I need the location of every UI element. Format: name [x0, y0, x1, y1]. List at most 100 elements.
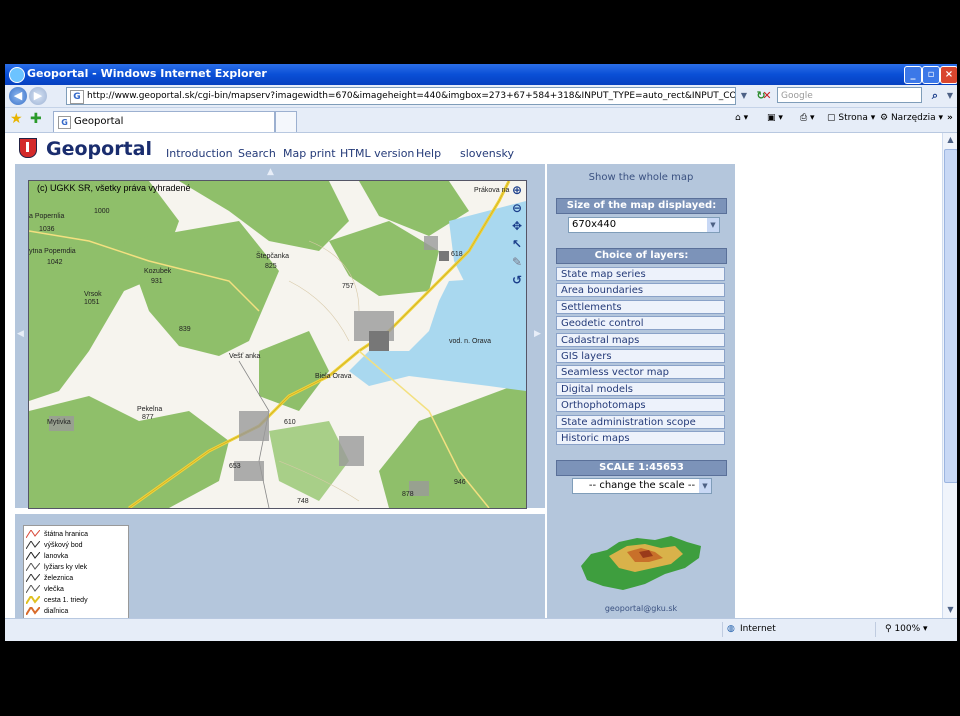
tab-geoportal[interactable]: G Geoportal: [53, 111, 275, 132]
google-favicon-icon: G: [58, 116, 71, 129]
scroll-down-icon[interactable]: ▼: [943, 603, 957, 617]
back-button[interactable]: ◀: [9, 87, 27, 105]
tab-row: ★ ✚ G Geoportal ⌂ ▾ ▣ ▾ ⎙ ▾ ▢ Strona ▾ ⚙ …: [5, 108, 957, 133]
minimize-button[interactable]: _: [904, 66, 922, 84]
measure-icon[interactable]: ✎: [509, 254, 525, 270]
change-scale-select[interactable]: -- change the scale -- ▼: [572, 478, 712, 494]
map-label: Kozubek: [144, 268, 172, 275]
legend-swatch-icon: [25, 573, 41, 583]
legend-label: diaľnica: [44, 607, 69, 615]
layers-heading: Choice of layers:: [556, 248, 727, 264]
feeds-icon[interactable]: ▣ ▾: [767, 113, 783, 123]
page-menu[interactable]: ▢ Strona ▾: [827, 113, 875, 123]
size-heading: Size of the map displayed:: [556, 198, 727, 214]
vertical-scrollbar[interactable]: ▲ ▼: [942, 133, 957, 618]
layer-button[interactable]: State map series: [556, 267, 725, 281]
zoom-level[interactable]: ⚲ 100% ▾: [885, 624, 928, 634]
map-label: 877: [142, 414, 154, 421]
search-icon[interactable]: ⌕: [927, 88, 943, 104]
layer-button[interactable]: Area boundaries: [556, 283, 725, 298]
chevron-down-icon: ▼: [699, 479, 711, 493]
legend-item: výškový bod: [25, 540, 83, 550]
address-bar-row: ◀ ▶ Ghttp://www.geoportal.sk/cgi-bin/map…: [5, 85, 957, 108]
print-icon[interactable]: ⎙ ▾: [800, 113, 815, 123]
nav-search[interactable]: Search: [238, 147, 276, 160]
layer-button[interactable]: Geodetic control: [556, 316, 725, 331]
favorites-star-icon[interactable]: ★: [10, 111, 23, 127]
close-button[interactable]: ×: [940, 66, 957, 84]
forward-button[interactable]: ▶: [29, 87, 47, 105]
layer-button[interactable]: Digital models: [556, 381, 725, 396]
layer-button[interactable]: Orthophotomaps: [556, 398, 725, 413]
legend-label: lyžiars ky vlek: [44, 563, 88, 571]
map-size-select[interactable]: 670x440 ▼: [568, 217, 720, 233]
map-label: Pekelna: [137, 406, 163, 413]
chevron-down-icon: ▼: [707, 218, 719, 232]
add-favorite-icon[interactable]: ✚: [30, 111, 42, 127]
search-dropdown-button[interactable]: ▼: [942, 88, 957, 104]
pan-west-arrow-icon[interactable]: ◀: [17, 329, 24, 339]
info-pointer-icon[interactable]: ↖: [509, 236, 525, 252]
nav-introduction[interactable]: Introduction: [166, 147, 233, 160]
map-label: 946: [454, 479, 466, 486]
map-label: a Popernlia: [29, 213, 65, 220]
nav-map-print[interactable]: Map print: [283, 147, 336, 160]
nav-html-version[interactable]: HTML version: [340, 147, 414, 160]
maximize-button[interactable]: ▫: [922, 66, 940, 84]
contact-email[interactable]: geoportal@gku.sk: [547, 604, 735, 613]
tab-label: Geoportal: [74, 116, 124, 127]
legend-label: vlečka: [44, 585, 64, 593]
map-label: 825: [265, 263, 277, 270]
security-zone: Internet: [740, 624, 776, 634]
reset-view-icon[interactable]: ↺: [509, 272, 525, 288]
pan-north-arrow-icon[interactable]: ▲: [267, 167, 274, 177]
search-input[interactable]: Google: [777, 87, 922, 103]
nav-help[interactable]: Help: [416, 147, 441, 160]
slovakia-overview-map[interactable]: [579, 534, 704, 592]
map-label: 610: [284, 419, 296, 426]
address-dropdown-button[interactable]: ▼: [736, 88, 752, 104]
tools-menu[interactable]: ⚙ Narzędzia ▾: [880, 113, 943, 123]
zoom-out-icon[interactable]: ⊖: [509, 200, 525, 216]
address-field[interactable]: Ghttp://www.geoportal.sk/cgi-bin/mapserv…: [66, 87, 736, 105]
zoom-in-icon[interactable]: ⊕: [509, 182, 525, 198]
page-content: Geoportal Introduction Search Map print …: [5, 133, 942, 618]
map-label: Vrsok: [84, 291, 102, 298]
globe-icon: ◍: [727, 624, 735, 634]
topographic-map[interactable]: (c) UGKK SR, všetky práva vyhradené a Po…: [28, 180, 527, 509]
map-copyright: (c) UGKK SR, všetky práva vyhradené: [37, 183, 191, 193]
map-label: 1051: [84, 299, 100, 306]
control-panel: Show the whole map Size of the map displ…: [547, 164, 735, 618]
slovak-coat-of-arms-icon: [19, 138, 37, 158]
pan-east-arrow-icon[interactable]: ▶: [534, 329, 541, 339]
scroll-thumb[interactable]: [944, 149, 957, 483]
ie-window: Geoportal - Windows Internet Explorer _ …: [5, 64, 957, 641]
new-tab-button[interactable]: [275, 111, 297, 132]
legend-label: cesta 1. triedy: [44, 596, 88, 604]
status-bar: ◍ Internet ⚲ 100% ▾: [5, 618, 957, 641]
layer-button[interactable]: Seamless vector map: [556, 365, 725, 380]
legend-item: cesta 1. triedy: [25, 594, 88, 605]
zoom-value: 100%: [894, 624, 921, 634]
layer-button[interactable]: State administration scope: [556, 414, 725, 429]
layer-button[interactable]: GIS layers: [556, 349, 725, 363]
scale-heading: SCALE 1:45653: [556, 460, 727, 476]
pan-icon[interactable]: ✥: [509, 218, 525, 234]
layer-button[interactable]: Cadastral maps: [556, 332, 725, 347]
stop-icon[interactable]: ✕: [759, 88, 775, 104]
nav-slovensky[interactable]: slovensky: [460, 147, 514, 160]
map-label: 931: [151, 278, 163, 285]
layer-button[interactable]: Historic maps: [556, 431, 725, 445]
show-whole-map-link[interactable]: Show the whole map: [547, 172, 735, 183]
scroll-up-icon[interactable]: ▲: [943, 133, 957, 147]
address-url: http://www.geoportal.sk/cgi-bin/mapserv?…: [87, 91, 736, 101]
home-icon[interactable]: ⌂ ▾: [735, 113, 748, 123]
window-title: Geoportal - Windows Internet Explorer: [27, 67, 267, 80]
toolbar-overflow-icon[interactable]: »: [947, 113, 953, 123]
legend-label: lanovka: [44, 552, 69, 560]
map-label: 1000: [94, 208, 110, 215]
layer-button[interactable]: Settlements: [556, 299, 725, 314]
map-label: Mytivka: [47, 419, 71, 426]
legend-swatch-icon: [25, 584, 41, 594]
legend-swatch-icon: [25, 562, 41, 572]
